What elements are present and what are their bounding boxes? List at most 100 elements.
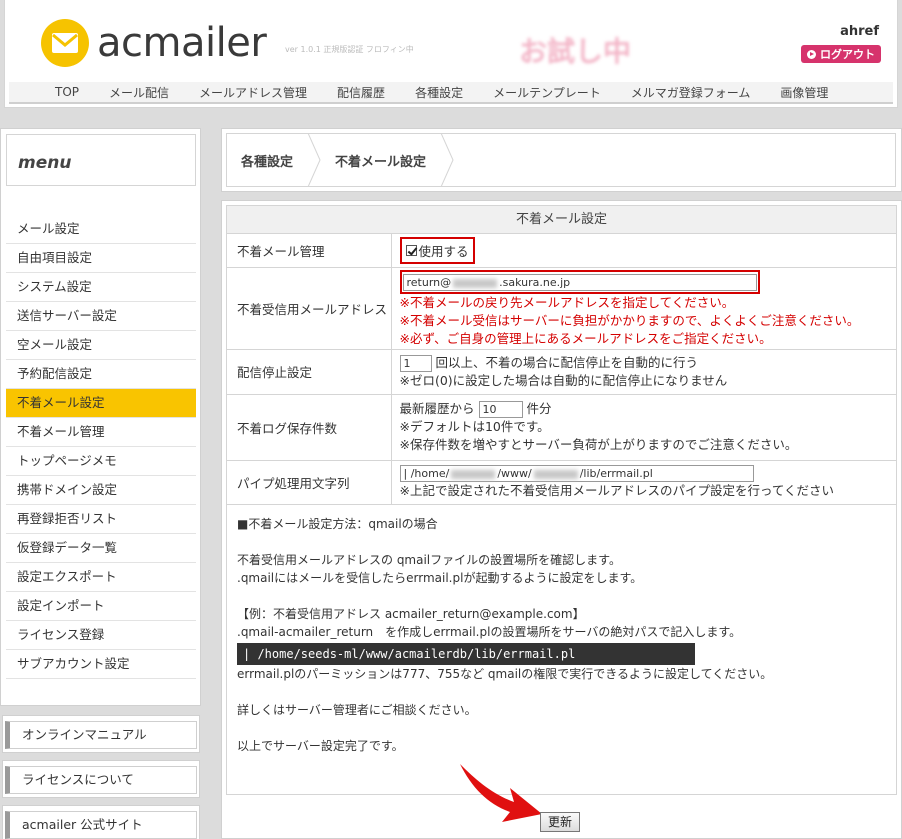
stop-text: 回以上、不着の場合に配信停止を自動的に行う [435, 354, 698, 370]
howto-text: errmail.plのパーミッションは777、755など qmailの権限で実行… [237, 666, 773, 681]
nav-address[interactable]: メールアドレス管理 [199, 84, 307, 101]
pipe-part: | /home/ [403, 467, 450, 480]
link-official-site[interactable]: acmailer 公式サイト [2, 805, 200, 839]
sidebar-item-mobile-domain[interactable]: 携帯ドメイン設定 [6, 476, 196, 505]
sidebar-item-export[interactable]: 設定エクスポート [6, 563, 196, 592]
row-bounce-manage: 不着メール管理 使用する [227, 234, 896, 268]
address-note: ※必ず、ご自身の管理上にあるメールアドレスをご指定ください。 [399, 331, 772, 346]
sidebar: menu メール設定 自由項目設定 システム設定 送信サーバー設定 空メール設定… [0, 128, 201, 706]
log-count-input[interactable]: 10 [478, 401, 523, 418]
howto-text: 詳しくはサーバー管理者にご相談ください。 [237, 702, 477, 717]
sidebar-item-temp-list[interactable]: 仮登録データ一覧 [6, 534, 196, 563]
row-pipe: パイプ処理用文字列 | /home/ /www/ /lib/errmail.pl ※… [227, 460, 896, 505]
header: acmailer ver 1.0.1 正規版認証 フロフィン中 お試し中 ahr… [4, 0, 898, 108]
logout-button[interactable]: ログアウト [801, 45, 881, 63]
top-nav: TOP メール配信 メールアドレス管理 配信履歴 各種設定 メールテンプレート … [9, 82, 893, 104]
howto-text: .qmailにはメールを受信したらerrmail.plが起動するように設定をしま… [237, 570, 643, 585]
row-log-count: 不着ログ保存件数 最新履歴から 10 件分 ※デフォルトは10件です。 ※保存件… [227, 394, 896, 461]
nav-history[interactable]: 配信履歴 [337, 84, 385, 101]
redacted-text [451, 469, 496, 479]
redacted-text [533, 469, 578, 479]
howto-text: 【例：不着受信用アドレス acmailer_return@example.com… [237, 606, 585, 621]
sidebar-item-subaccount[interactable]: サブアカウント設定 [6, 650, 196, 679]
stop-count-input[interactable]: 1 [399, 354, 432, 372]
menu-title: menu [6, 134, 196, 186]
bounce-address-input[interactable]: return@ .sakura.ne.jp [402, 274, 757, 291]
row-label: 不着メール管理 [227, 234, 392, 268]
nav-template[interactable]: メールテンプレート [493, 84, 601, 101]
sidebar-item-empty-mail[interactable]: 空メール設定 [6, 331, 196, 360]
content: 不着メール設定 不着メール管理 使用する 不着受信用メールアドレス return… [221, 200, 902, 839]
red-arrow-icon [460, 764, 542, 822]
howto-text: 不着受信用メールアドレスの qmailファイルの設置場所を確認します。 [237, 552, 621, 567]
breadcrumb: 各種設定 不着メール設定 [226, 133, 896, 187]
nav-images[interactable]: 画像管理 [780, 84, 828, 101]
redacted-text [453, 278, 498, 288]
user-name: ahref [840, 24, 879, 39]
howto-text: .qmail-acmailer_return を作成しerrmail.plの設置… [237, 624, 742, 639]
sidebar-item-custom-fields[interactable]: 自由項目設定 [6, 244, 196, 273]
sidebar-item-scheduled[interactable]: 予約配信設定 [6, 360, 196, 389]
sidebar-item-license[interactable]: ライセンス登録 [6, 621, 196, 650]
link-online-manual[interactable]: オンラインマニュアル [2, 715, 200, 753]
address-prefix: return@ [406, 276, 452, 289]
version-text: ver 1.0.1 正規版認証 フロフィン中 [285, 45, 414, 54]
link-license-info[interactable]: ライセンスについて [2, 760, 200, 798]
row-label: 不着受信用メールアドレス [227, 267, 392, 350]
log-suffix: 件分 [526, 401, 552, 416]
play-icon [807, 49, 816, 59]
code-block: | /home/seeds-ml/www/acmailerdb/lib/errm… [237, 642, 695, 665]
trial-label: お試し中 [519, 35, 632, 68]
highlight-box: 使用する [399, 236, 475, 264]
sidebar-item-bounce-settings[interactable]: 不着メール設定 [6, 389, 196, 418]
chevron-right-icon [440, 133, 454, 187]
log-note: ※デフォルトは10件です。 [399, 419, 550, 434]
sidebar-item-import[interactable]: 設定インポート [6, 592, 196, 621]
settings-title: 不着メール設定 [227, 206, 896, 234]
row-label: 配信停止設定 [227, 349, 392, 395]
sidebar-item-smtp[interactable]: 送信サーバー設定 [6, 302, 196, 331]
sidebar-item-top-memo[interactable]: トップページメモ [6, 447, 196, 476]
stop-note: ※ゼロ(0)に設定した場合は自動的に配信停止になりません [399, 372, 728, 388]
logo[interactable]: acmailer [41, 18, 267, 68]
use-checkbox[interactable]: 使用する [402, 239, 473, 262]
nav-mail-send[interactable]: メール配信 [109, 84, 169, 101]
address-note: ※不着メールの戻り先メールアドレスを指定してください。 [399, 295, 735, 310]
log-prefix: 最新履歴から [399, 401, 475, 416]
link-official-site-label: acmailer 公式サイト [5, 811, 197, 839]
breadcrumb-current: 不着メール設定 [335, 154, 427, 170]
address-note: ※不着メール受信はサーバーに負担がかかりますので、よくよくご注意ください。 [399, 313, 860, 328]
address-suffix: .sakura.ne.jp [499, 276, 571, 289]
log-note: ※保存件数を増やすとサーバー負荷が上がりますのでご注意ください。 [399, 437, 798, 452]
howto-text: 以上でサーバー設定完了です。 [237, 738, 404, 753]
breadcrumb-settings[interactable]: 各種設定 [227, 134, 307, 186]
row-bounce-address: 不着受信用メールアドレス return@ .sakura.ne.jp ※不着メール… [227, 267, 896, 350]
logo-text: acmailer [97, 20, 267, 66]
nav-form[interactable]: メルマガ登録フォーム [631, 84, 751, 101]
chevron-right-icon [307, 133, 321, 187]
sidebar-item-bounce-manage[interactable]: 不着メール管理 [6, 418, 196, 447]
row-label: パイプ処理用文字列 [227, 460, 392, 505]
checkbox-icon[interactable] [405, 244, 417, 256]
settings-panel: 不着メール設定 不着メール管理 使用する 不着受信用メールアドレス return… [226, 205, 897, 795]
row-label: 不着ログ保存件数 [227, 394, 392, 461]
pipe-input[interactable]: | /home/ /www/ /lib/errmail.pl [399, 465, 754, 482]
pipe-note: ※上記で設定された不着受信用メールアドレスのパイプ設定を行ってください [399, 483, 834, 498]
sidebar-item-mail-settings[interactable]: メール設定 [6, 215, 196, 244]
howto-section: ■不着メール設定方法：qmailの場合 不着受信用メールアドレスの qmailフ… [227, 505, 896, 755]
link-online-manual-label: オンラインマニュアル [5, 721, 197, 749]
sidebar-item-reject-list[interactable]: 再登録拒否リスト [6, 505, 196, 534]
menu-list: メール設定 自由項目設定 システム設定 送信サーバー設定 空メール設定 予約配信… [6, 215, 196, 679]
logout-label: ログアウト [820, 48, 875, 61]
highlight-box: return@ .sakura.ne.jp [399, 270, 760, 294]
row-stop-delivery: 配信停止設定 1 回以上、不着の場合に配信停止を自動的に行う ※ゼロ(0)に設定… [227, 349, 896, 395]
menu-box: menu メール設定 自由項目設定 システム設定 送信サーバー設定 空メール設定… [0, 128, 201, 706]
update-button[interactable]: 更新 [540, 812, 580, 832]
sidebar-item-system[interactable]: システム設定 [6, 273, 196, 302]
nav-settings[interactable]: 各種設定 [415, 84, 463, 101]
settings-table: 不着メール管理 使用する 不着受信用メールアドレス return@ .sakura… [227, 234, 896, 505]
nav-top[interactable]: TOP [55, 85, 79, 99]
pipe-part: /lib/errmail.pl [579, 467, 653, 480]
breadcrumb-box: 各種設定 不着メール設定 [221, 128, 902, 192]
link-license-info-label: ライセンスについて [5, 766, 197, 794]
